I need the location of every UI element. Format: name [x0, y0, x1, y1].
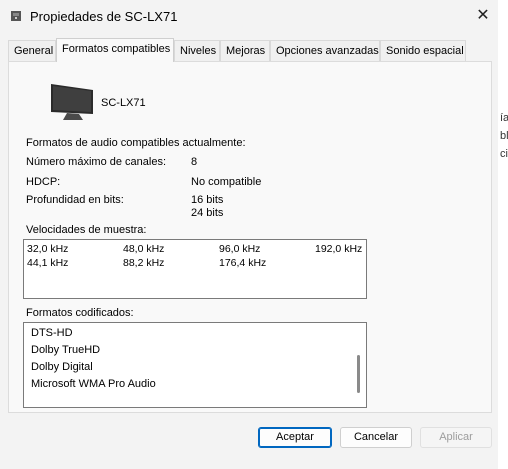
hdcp-label: HDCP:	[26, 176, 61, 188]
tab-general[interactable]: General	[8, 40, 56, 61]
list-item[interactable]: Microsoft WMA Pro Audio	[31, 378, 156, 390]
background-window-edge: ía ble ci	[498, 0, 508, 469]
bit-depth-value-24: 24 bits	[191, 207, 224, 219]
accept-button[interactable]: Aceptar	[258, 427, 332, 448]
sample-rate-item: 32,0 kHz	[27, 243, 69, 255]
bit-depth-value-16: 16 bits	[191, 194, 224, 206]
bit-depth-label: Profundidad en bits:	[26, 194, 124, 206]
cancel-button[interactable]: Cancelar	[340, 427, 412, 448]
scrollbar-thumb[interactable]	[357, 355, 360, 393]
max-channels-value: 8	[191, 156, 198, 168]
close-icon: ✕	[476, 7, 490, 24]
sample-rates-label: Velocidades de muestra:	[26, 224, 147, 236]
sample-rate-item: 176,4 kHz	[219, 257, 267, 269]
background-text: ía	[500, 112, 508, 124]
sample-rate-item: 48,0 kHz	[123, 243, 165, 255]
current-formats-heading: Formatos de audio compatibles actualment…	[26, 137, 246, 149]
apply-button[interactable]: Aplicar	[420, 427, 492, 448]
sample-rates-list[interactable]: 32,0 kHz 48,0 kHz 96,0 kHz 192,0 kHz 44,…	[23, 239, 367, 299]
tab-spatial-sound[interactable]: Sonido espacial	[380, 40, 466, 61]
speaker-icon	[11, 11, 21, 21]
tab-levels[interactable]: Niveles	[174, 40, 220, 61]
device-name: SC-LX71	[101, 97, 146, 109]
background-text: ci	[500, 148, 508, 160]
encoded-formats-list[interactable]: DTS-HD Dolby TrueHD Dolby Digital Micros…	[23, 322, 367, 408]
properties-dialog: Propiedades de SC-LX71 ✕ General Formato…	[0, 0, 499, 469]
max-channels-label: Número máximo de canales:	[26, 156, 167, 168]
list-item[interactable]: Dolby TrueHD	[31, 344, 100, 356]
hdcp-value: No compatible	[191, 176, 262, 188]
monitor-icon	[51, 84, 93, 120]
title-bar: Propiedades de SC-LX71 ✕	[0, 0, 498, 32]
close-button[interactable]: ✕	[470, 4, 496, 28]
tab-advanced[interactable]: Opciones avanzadas	[270, 40, 380, 61]
list-item[interactable]: Dolby Digital	[31, 361, 93, 373]
sample-rate-item: 96,0 kHz	[219, 243, 261, 255]
sample-rate-item: 192,0 kHz	[315, 243, 363, 255]
sample-rate-item: 44,1 kHz	[27, 257, 69, 269]
tab-panel: SC-LX71 Formatos de audio compatibles ac…	[8, 61, 492, 413]
encoded-formats-label: Formatos codificados:	[26, 307, 134, 319]
tab-enhancements[interactable]: Mejoras	[220, 40, 270, 61]
window-title: Propiedades de SC-LX71	[30, 9, 178, 24]
list-item[interactable]: DTS-HD	[31, 327, 73, 339]
tab-supported-formats[interactable]: Formatos compatibles	[56, 38, 174, 62]
background-text: ble	[500, 130, 508, 142]
sample-rate-item: 88,2 kHz	[123, 257, 165, 269]
